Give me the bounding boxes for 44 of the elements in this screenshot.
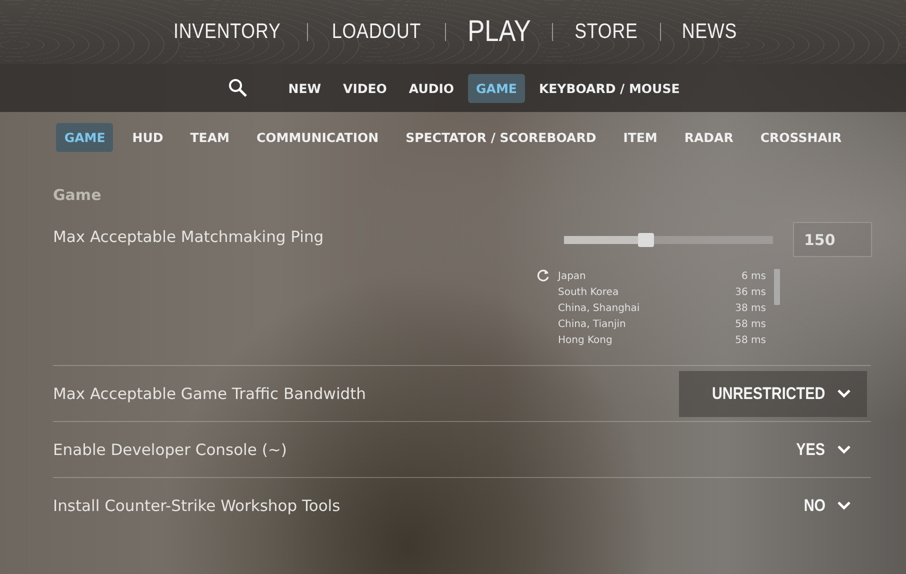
chevron-icon — [837, 501, 851, 510]
settings-tab[interactable]: GAME — [468, 74, 525, 102]
settings-tab[interactable]: NEW — [280, 74, 330, 102]
scrollbar-thumb[interactable] — [774, 269, 780, 305]
nav-link[interactable]: NEWS — [668, 20, 750, 44]
chevron-icon — [837, 389, 851, 398]
nav-link[interactable]: PLAY — [454, 15, 544, 49]
region-name: South Korea — [558, 286, 619, 298]
setting-label: Enable Developer Console (~) — [53, 440, 287, 458]
dropdown[interactable]: UNRESTRICTED — [678, 370, 867, 416]
category-tab[interactable]: HUD — [124, 122, 172, 152]
category-tab[interactable]: SPECTATOR / SCOREBOARD — [398, 122, 604, 152]
ping-value: 38 ms — [735, 302, 766, 314]
refresh-icon[interactable] — [536, 269, 550, 283]
chevron-icon — [837, 445, 851, 454]
dropdown[interactable]: YES — [778, 426, 867, 472]
ping-value: 58 ms — [735, 334, 766, 346]
ping-value: 6 ms — [742, 270, 766, 282]
slider-thumb[interactable] — [638, 232, 654, 246]
setting-label: Max Acceptable Matchmaking Ping — [53, 228, 324, 246]
nav-link[interactable]: LOADOUT — [318, 20, 434, 44]
ping-value: 36 ms — [735, 286, 766, 298]
settings-tab[interactable]: KEYBOARD / MOUSE — [530, 74, 688, 102]
region-name: Hong Kong — [558, 334, 612, 346]
region-name: Japan — [558, 270, 586, 282]
ping-value: 58 ms — [735, 318, 766, 330]
search-icon — [228, 78, 248, 98]
region-name: China, Shanghai — [558, 302, 640, 314]
category-tab[interactable]: GAME — [56, 122, 114, 152]
dropdown[interactable]: NO — [786, 482, 867, 528]
section-title: Game — [53, 186, 102, 204]
category-tab[interactable]: CROSSHAIR — [752, 122, 850, 152]
setting-label: Install Counter-Strike Workshop Tools — [53, 496, 340, 514]
search-button[interactable] — [228, 78, 248, 98]
nav-link[interactable]: INVENTORY — [160, 20, 295, 44]
category-tab[interactable]: RADAR — [676, 122, 742, 152]
category-tab[interactable]: ITEM — [615, 122, 666, 152]
region-name: China, Tianjin — [558, 318, 626, 330]
setting-label: Max Acceptable Game Traffic Bandwidth — [53, 384, 366, 402]
category-tab[interactable]: TEAM — [182, 122, 238, 152]
settings-tab[interactable]: AUDIO — [400, 74, 462, 102]
settings-tab[interactable]: VIDEO — [335, 74, 395, 102]
category-tab[interactable]: COMMUNICATION — [248, 122, 387, 152]
nav-link[interactable]: STORE — [561, 20, 652, 44]
